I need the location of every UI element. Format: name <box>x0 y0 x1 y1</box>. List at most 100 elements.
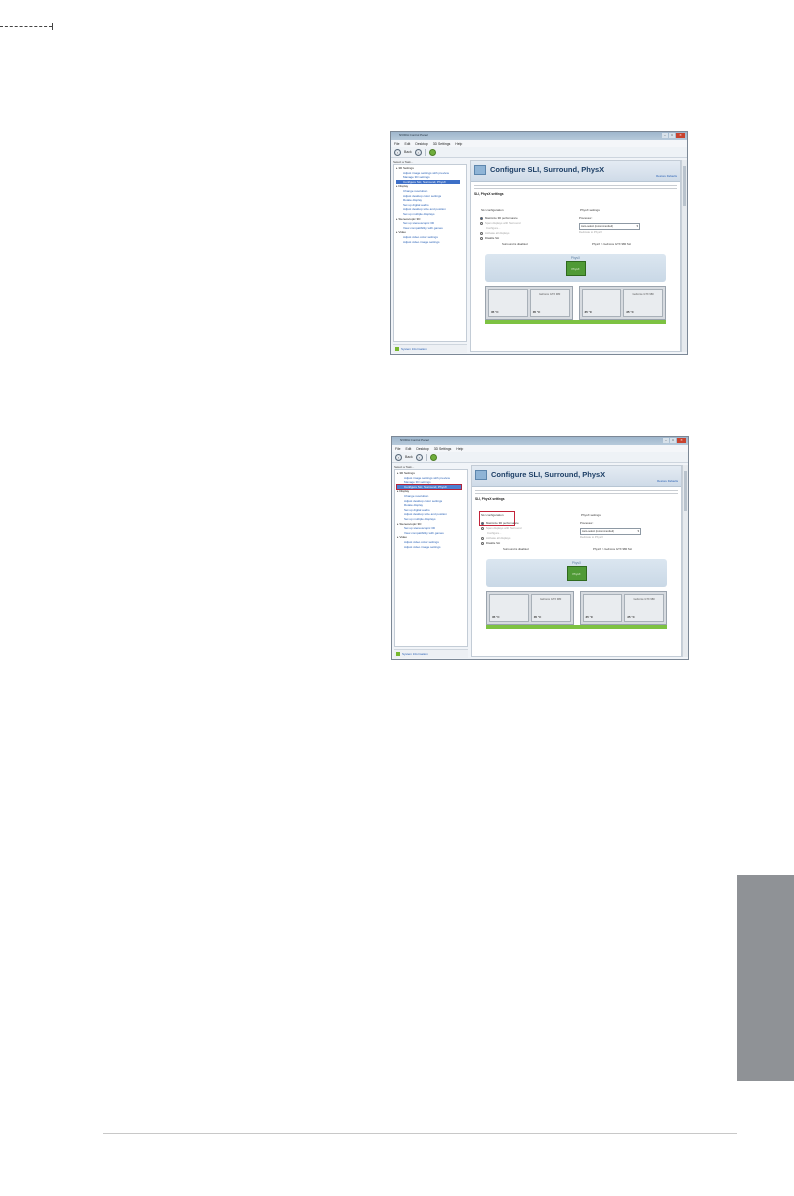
window-controls: – □ ✕ <box>663 438 686 444</box>
footer-rule <box>103 1133 737 1134</box>
radio-dot-icon <box>481 526 484 530</box>
gpu-temp: 35 °C <box>533 615 542 619</box>
sli-configuration-group: SLI configuration Maximize 3D performanc… <box>479 503 571 546</box>
system-information-link[interactable]: System Information <box>393 344 467 353</box>
minimize-button[interactable]: – <box>662 133 668 138</box>
physx-settings-label: PhysX settings <box>580 208 600 212</box>
menu-bar: File Edit Desktop 3D Settings Help <box>391 140 687 147</box>
gpu-name: GeForce GTX 980 <box>540 598 562 601</box>
maximize-button[interactable]: □ <box>670 438 676 443</box>
radio-disable-sli[interactable]: Disable SLI <box>480 236 570 241</box>
radio-dot-icon <box>480 231 483 235</box>
dedicate-physx-checkbox[interactable]: Dedicate to PhysX <box>579 230 649 235</box>
menu-desktop[interactable]: Desktop <box>416 447 428 451</box>
sli-bridge-bar <box>486 625 667 629</box>
radio-label: Span displays with Surround <box>486 526 522 530</box>
toolbar: ‹ Back › <box>391 147 687 158</box>
page-description <box>474 184 677 190</box>
menu-edit[interactable]: Edit <box>404 142 410 146</box>
back-label[interactable]: Back <box>405 455 413 459</box>
tree-link-video-image[interactable]: Adjust video image settings <box>396 240 464 245</box>
gpu-temp: 35 °C <box>492 615 500 619</box>
chapter-side-tab <box>737 875 794 1081</box>
radio-dot-icon <box>481 541 484 545</box>
processor-label: Processor: <box>580 521 594 525</box>
maximize-button[interactable]: □ <box>669 133 675 138</box>
gpu-slot: 35 °C <box>488 289 528 317</box>
task-tree: 3D Settings Adjust image settings with p… <box>394 469 468 647</box>
restore-defaults-link[interactable]: Restore Defaults <box>656 174 677 178</box>
home-icon[interactable] <box>429 453 437 461</box>
cut-guide-end <box>52 23 53 30</box>
gpu-row: 35 °C GeForce GTX 980 35 °C 35 °C GeForce… <box>485 286 666 320</box>
menu-help[interactable]: Help <box>456 447 463 451</box>
radio-label: Activate all displays <box>485 231 510 235</box>
forward-icon[interactable]: › <box>415 453 423 461</box>
settings-columns: SLI configuration Maximize 3D performanc… <box>475 501 678 553</box>
sli-bridge-bar <box>485 320 666 324</box>
processor-select[interactable]: Auto-select (recommended) <box>579 223 640 230</box>
gpu-slot: GeForce GTX 980 35 °C <box>529 289 570 317</box>
sli-header-icon <box>474 165 486 175</box>
back-icon[interactable]: ‹ <box>395 453 402 461</box>
physx-chip-icon: PhysX <box>566 566 587 581</box>
content-panel: Configure SLI, Surround, PhysX Restore D… <box>471 465 682 657</box>
dedicate-physx-checkbox[interactable]: Dedicate to PhysX <box>580 535 650 540</box>
physx-status: PhysX > GeForce GTX 980 SLI <box>592 242 632 246</box>
radio-dot-icon <box>480 221 483 225</box>
gpu-card-2: 35 °C GeForce GTX 980 35 °C <box>579 591 667 625</box>
window-title: NVIDIA Control Panel <box>399 133 428 137</box>
task-tree: 3D Settings Adjust image settings with p… <box>393 164 467 342</box>
minimize-button[interactable]: – <box>663 438 669 443</box>
radio-label: Maximize 3D performance <box>485 216 518 220</box>
menu-3d-settings[interactable]: 3D Settings <box>433 142 451 146</box>
forward-icon[interactable]: › <box>414 148 422 156</box>
content-scrollbar[interactable] <box>682 465 688 657</box>
gpu-row: 35 °C GeForce GTX 980 35 °C 35 °C GeForce… <box>486 591 667 625</box>
content-header: Configure SLI, Surround, PhysX Restore D… <box>471 161 680 182</box>
surround-status: Surround is disabled <box>502 242 528 246</box>
menu-bar: File Edit Desktop 3D Settings Help <box>392 445 688 452</box>
physx-bubble: PhysX PhysX <box>486 559 667 587</box>
radio-label: Activate all displays <box>486 536 511 540</box>
menu-desktop[interactable]: Desktop <box>415 142 427 146</box>
gpu-slot: GeForce GTX 980 35 °C <box>623 289 663 317</box>
restore-defaults-link[interactable]: Restore Defaults <box>657 479 678 483</box>
physx-bubble-label: PhysX <box>571 561 582 565</box>
gpu-card-1: 35 °C GeForce GTX 980 35 °C <box>485 286 573 320</box>
gpu-card-2: 35 °C GeForce GTX 980 35 °C <box>578 286 666 320</box>
menu-edit[interactable]: Edit <box>405 447 411 451</box>
physx-settings-label: PhysX settings <box>581 513 601 517</box>
physx-status: PhysX > GeForce GTX 980 SLI <box>593 547 633 551</box>
tree-link-video-image[interactable]: Adjust video image settings <box>397 545 465 550</box>
cut-guide-line <box>0 26 52 27</box>
menu-file[interactable]: File <box>395 447 400 451</box>
page-title: Configure SLI, Surround, PhysX <box>491 470 606 479</box>
content-scrollbar[interactable] <box>681 160 687 352</box>
menu-3d-settings[interactable]: 3D Settings <box>434 447 452 451</box>
radio-dot-icon <box>480 236 483 240</box>
back-label[interactable]: Back <box>404 150 412 154</box>
back-icon[interactable]: ‹ <box>394 148 401 156</box>
processor-select[interactable]: Auto-select (recommended) <box>580 528 641 535</box>
gpu-slot: GeForce GTX 980 35 °C <box>624 594 664 622</box>
sli-header-icon <box>475 470 487 480</box>
physx-bubble: PhysX PhysX <box>485 254 666 282</box>
window-titlebar: NVIDIA Control Panel – □ ✕ <box>392 437 688 445</box>
gpu-slot: 35 °C <box>581 289 622 317</box>
window-controls: – □ ✕ <box>662 133 685 139</box>
sli-configuration-group: SLI configuration Maximize 3D performanc… <box>480 198 570 241</box>
close-button[interactable]: ✕ <box>676 133 685 138</box>
gpu-temp: 35 °C <box>627 615 635 619</box>
gpu-temp: 35 °C <box>626 310 634 314</box>
processor-label: Processor: <box>579 216 593 220</box>
menu-help[interactable]: Help <box>455 142 462 146</box>
radio-disable-sli[interactable]: Disable SLI <box>481 541 571 546</box>
gpu-name: GeForce GTX 980 <box>633 598 655 601</box>
close-button[interactable]: ✕ <box>677 438 686 443</box>
sli-topology-diagram: PhysX PhysX 35 °C GeForce GTX 980 35 °C 3… <box>486 559 667 643</box>
system-information-link[interactable]: System Information <box>394 649 468 658</box>
home-icon[interactable] <box>428 148 436 156</box>
menu-file[interactable]: File <box>394 142 399 146</box>
gpu-slot: GeForce GTX 980 35 °C <box>530 594 571 622</box>
